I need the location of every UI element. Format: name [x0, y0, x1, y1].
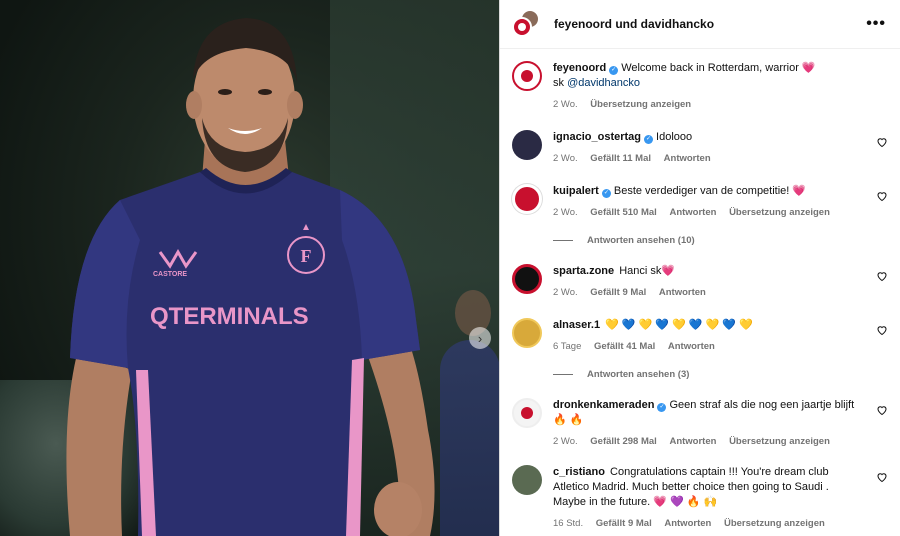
crest-letter: F — [301, 246, 312, 266]
view-replies-link[interactable]: Antworten ansehen (3) — [553, 369, 888, 380]
heart-icon[interactable] — [876, 324, 888, 336]
player-photo: CASTORE F QTERMINALS — [66, 18, 435, 536]
reply-link[interactable]: Antworten — [668, 341, 715, 352]
likes-count[interactable]: Gefällt 9 Mal — [590, 287, 646, 298]
comment: ignacio_ostertag ✓ Idolooo 2 Wo. Gefällt 1… — [512, 130, 888, 166]
comment: sparta.zone Hanci sk💗 2 Wo. Gefällt 9 Ma… — [512, 264, 888, 300]
username[interactable]: kuipalert — [553, 185, 599, 197]
shirt-brand: CASTORE — [153, 271, 187, 278]
heart-icon[interactable] — [876, 471, 888, 483]
post-photo: CASTORE F QTERMINALS › — [0, 0, 499, 536]
timestamp[interactable]: 2 Wo. — [553, 287, 578, 298]
avatar[interactable] — [512, 398, 542, 428]
comments-panel: feyenoord und davidhancko ••• feyenoord ✓… — [499, 0, 900, 536]
likes-count[interactable]: Gefällt 510 Mal — [590, 207, 657, 218]
view-replies-label[interactable]: Antworten ansehen (10) — [587, 235, 695, 246]
view-replies-label[interactable]: Antworten ansehen (3) — [587, 369, 689, 380]
verified-icon: ✓ — [657, 403, 667, 412]
reply-link[interactable]: Antworten — [664, 518, 711, 529]
comment-text: Beste verdediger van de competitie! 💗 — [613, 185, 807, 197]
comment: kuipalert ✓ Beste verdediger van de compet… — [512, 184, 888, 220]
translate-link[interactable]: Übersetzung anzeigen — [724, 518, 825, 529]
reply-link[interactable]: Antworten — [669, 207, 716, 218]
post-authors[interactable]: feyenoord und davidhancko — [554, 17, 866, 31]
likes-count[interactable]: Gefällt 9 Mal — [596, 518, 652, 529]
username[interactable]: c_ristiano — [553, 466, 605, 478]
timestamp[interactable]: 2 Wo. — [553, 99, 578, 110]
comment-list: feyenoord ✓ Welcome back in Rotterdam, war… — [500, 49, 900, 536]
reply-link[interactable]: Antworten — [659, 287, 706, 298]
translate-link[interactable]: Übersetzung anzeigen — [729, 436, 830, 447]
username[interactable]: ignacio_ostertag — [553, 131, 641, 143]
avatar[interactable] — [512, 465, 542, 495]
likes-count[interactable]: Gefällt 11 Mal — [590, 153, 651, 164]
likes-count[interactable]: Gefällt 41 Mal — [594, 341, 655, 352]
avatar[interactable] — [512, 318, 542, 348]
heart-icon[interactable] — [876, 136, 888, 148]
caption: feyenoord ✓ Welcome back in Rotterdam, war… — [512, 61, 888, 112]
translate-link[interactable]: Übersetzung anzeigen — [729, 207, 830, 218]
post-header: feyenoord und davidhancko ••• — [500, 0, 900, 49]
comment-text: Hanci sk💗 — [619, 265, 676, 277]
view-replies-link[interactable]: Antworten ansehen (10) — [553, 235, 888, 246]
timestamp[interactable]: 2 Wo. — [553, 436, 578, 447]
timestamp[interactable]: 16 Std. — [553, 518, 583, 529]
comment: c_ristiano Congratulations captain !!! Y… — [512, 465, 888, 531]
timestamp[interactable]: 2 Wo. — [553, 153, 578, 164]
comment: alnaser.1 💛 💙 💛 💙 💛 💙 💛 💙 💛 6 Tage Gefäl… — [512, 318, 888, 354]
username[interactable]: sparta.zone — [553, 265, 614, 277]
reply-link[interactable]: Antworten — [664, 153, 711, 164]
instagram-post: CASTORE F QTERMINALS › feyenoord und dav… — [0, 0, 900, 536]
translate-link[interactable]: Übersetzung anzeigen — [590, 99, 691, 110]
mention-link[interactable]: @davidhancko — [567, 77, 640, 89]
avatar[interactable] — [512, 264, 542, 294]
username[interactable]: dronkenkameraden — [553, 399, 654, 411]
reply-link[interactable]: Antworten — [669, 436, 716, 447]
collab-avatars[interactable] — [512, 9, 542, 39]
username[interactable]: feyenoord — [553, 62, 606, 74]
heart-icon[interactable] — [876, 270, 888, 282]
verified-icon: ✓ — [601, 189, 611, 198]
timestamp[interactable]: 2 Wo. — [553, 207, 578, 218]
heart-icon[interactable] — [876, 404, 888, 416]
comment: dronkenkameraden ✓ Geen straf als die nog … — [512, 398, 888, 449]
verified-icon: ✓ — [644, 135, 654, 144]
more-icon[interactable]: ••• — [866, 15, 886, 33]
next-arrow-icon[interactable]: › — [469, 327, 491, 349]
comment-text: 💛 💙 💛 💙 💛 💙 💛 💙 💛 — [605, 319, 753, 331]
caption-text: Welcome back in Rotterdam, warrior 💗 — [621, 62, 816, 74]
avatar[interactable] — [512, 184, 542, 214]
timestamp[interactable]: 6 Tage — [553, 341, 581, 352]
username[interactable]: alnaser.1 — [553, 319, 600, 331]
avatar-feyenoord[interactable] — [512, 17, 532, 37]
avatar[interactable] — [512, 130, 542, 160]
avatar[interactable] — [512, 61, 542, 91]
shirt-sponsor: QTERMINALS — [150, 303, 309, 330]
heart-icon[interactable] — [876, 190, 888, 202]
caption-line2: sk — [553, 77, 568, 89]
verified-icon: ✓ — [609, 66, 619, 75]
comment-text: Idolooo — [656, 131, 693, 143]
likes-count[interactable]: Gefällt 298 Mal — [590, 436, 657, 447]
